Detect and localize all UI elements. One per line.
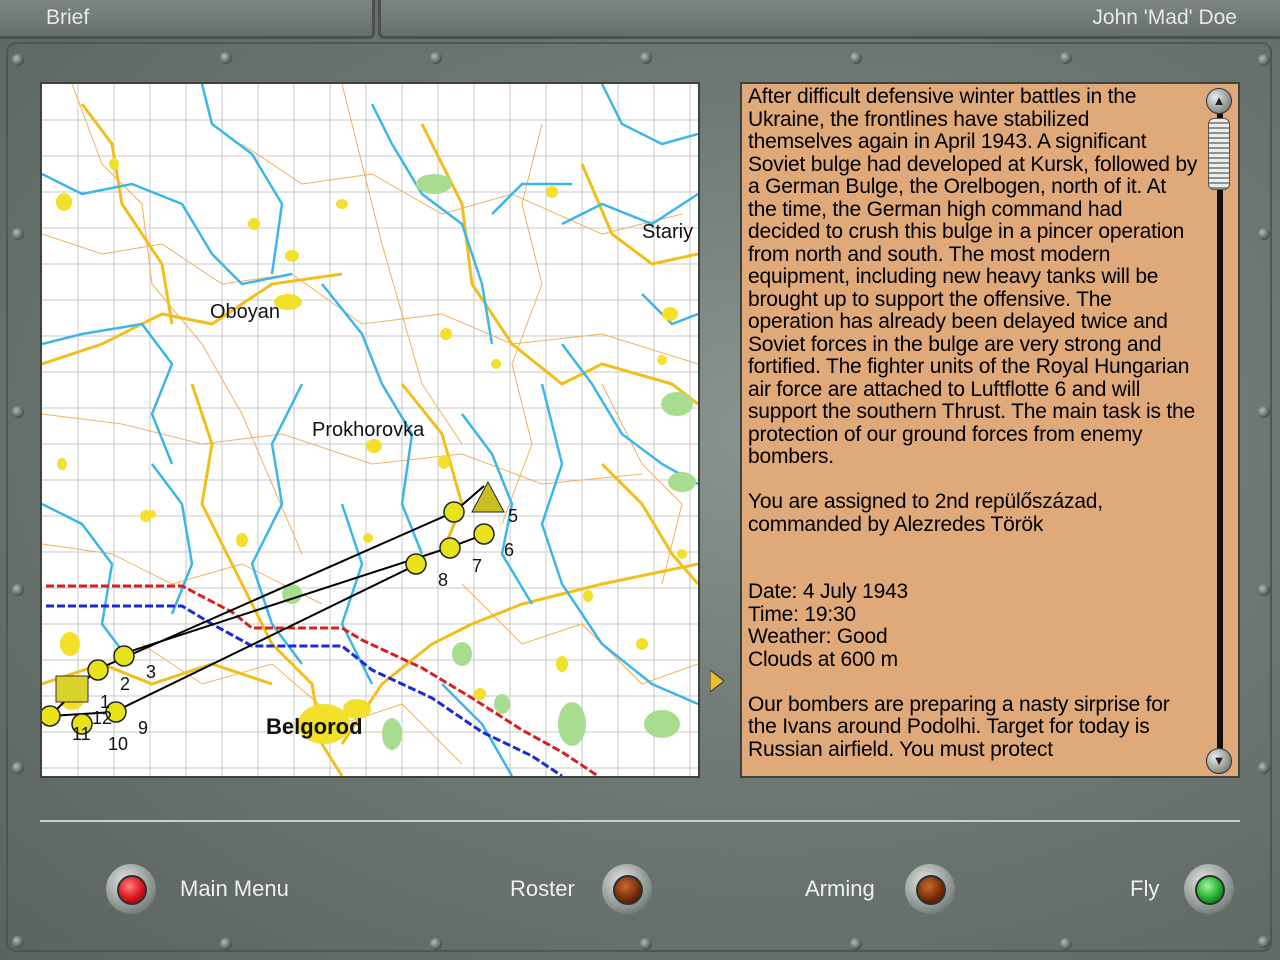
waypoint-label: 6: [504, 540, 514, 560]
waypoint-label: 2: [120, 674, 130, 694]
waypoint-label: 10: [108, 734, 128, 754]
mouse-cursor-icon: [710, 670, 725, 693]
rivet-icon: [640, 52, 652, 64]
rivet-icon: [430, 938, 442, 950]
rivet-icon: [12, 762, 24, 774]
place-prokhorovka: Prokhorovka: [312, 419, 425, 441]
rivet-icon: [850, 938, 862, 950]
rivet-icon: [12, 936, 24, 948]
screen-title: Brief: [46, 6, 90, 29]
brown-lamp-icon: [916, 875, 946, 905]
briefing-text: After difficult defensive winter battles…: [748, 85, 1198, 761]
brief-tab: Brief: [0, 0, 375, 39]
waypoint-label: 7: [472, 556, 482, 576]
map-canvas: Oboyan Prokhorovka Stariy Belgorod 1 2 3…: [42, 84, 698, 776]
target-icon: [471, 480, 505, 513]
pilot-tab: John 'Mad' Doe: [378, 0, 1280, 39]
waypoint-label: 3: [146, 662, 156, 682]
rivet-icon: [850, 52, 862, 64]
rivet-icon: [1258, 228, 1270, 240]
scroll-track[interactable]: [1217, 108, 1223, 754]
top-bar: Brief John 'Mad' Doe: [0, 0, 1280, 40]
rivet-icon: [12, 406, 24, 418]
place-oboyan: Oboyan: [210, 301, 280, 323]
arming-label[interactable]: Arming: [805, 876, 875, 902]
airfield-icon: [55, 675, 89, 703]
fly-label[interactable]: Fly: [1130, 876, 1159, 902]
waypoint-label: 5: [508, 506, 518, 526]
rivet-icon: [12, 54, 24, 66]
rivet-icon: [1258, 406, 1270, 418]
scroll-up-icon[interactable]: ▲: [1206, 88, 1232, 114]
rivet-icon: [12, 584, 24, 596]
main-menu-label[interactable]: Main Menu: [180, 876, 289, 902]
main-menu-button[interactable]: [106, 864, 156, 914]
rivet-icon: [220, 52, 232, 64]
roster-label[interactable]: Roster: [510, 876, 575, 902]
briefing-panel[interactable]: After difficult defensive winter battles…: [740, 82, 1240, 778]
rivet-icon: [1060, 938, 1072, 950]
rivet-icon: [640, 938, 652, 950]
waypoint-label: 11: [72, 724, 91, 744]
rivet-icon: [1060, 52, 1072, 64]
rivet-icon: [220, 938, 232, 950]
brown-lamp-icon: [613, 875, 643, 905]
red-lamp-icon: [117, 875, 147, 905]
mission-map[interactable]: Oboyan Prokhorovka Stariy Belgorod 1 2 3…: [40, 82, 700, 778]
waypoint-label: 12: [92, 708, 112, 728]
place-belgorod: Belgorod: [266, 714, 363, 739]
rivet-icon: [1258, 584, 1270, 596]
divider-line: [40, 820, 1240, 822]
place-stariy: Stariy: [642, 221, 693, 243]
rivet-icon: [1258, 936, 1270, 948]
waypoint-label: 8: [438, 570, 448, 590]
pilot-name: John 'Mad' Doe: [1092, 6, 1237, 29]
scroll-thumb[interactable]: [1208, 118, 1230, 190]
rivet-icon: [1258, 54, 1270, 66]
rivet-icon: [430, 52, 442, 64]
fly-button[interactable]: [1184, 864, 1234, 914]
rivet-icon: [12, 228, 24, 240]
roster-button[interactable]: [602, 864, 652, 914]
briefing-scrollbar[interactable]: ▲ ▼: [1204, 86, 1238, 776]
waypoint-label: 9: [138, 718, 148, 738]
arming-button[interactable]: [905, 864, 955, 914]
forests: [282, 174, 696, 750]
green-lamp-icon: [1195, 875, 1225, 905]
rivet-icon: [1258, 762, 1270, 774]
scroll-down-icon[interactable]: ▼: [1206, 748, 1232, 774]
